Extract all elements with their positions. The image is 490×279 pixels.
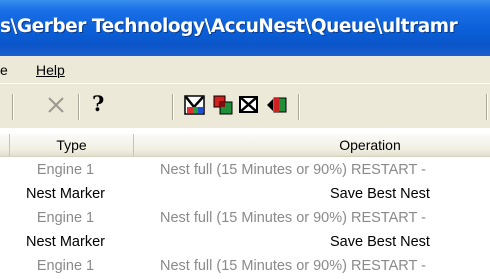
cell-operation: Nest full (15 Minutes or 90%) RESTART - (160, 162, 426, 178)
menu-item-file[interactable]: e (0, 62, 8, 78)
cancel-button[interactable] (237, 93, 261, 117)
delete-icon (48, 97, 64, 113)
cell-operation: Nest full (15 Minutes or 90%) RESTART - (160, 210, 426, 226)
toolbar-separator (12, 94, 14, 120)
cell-operation: Save Best Nest (330, 186, 430, 202)
window-title: s\Gerber Technology\AccuNest\Queue\ultra… (0, 16, 458, 37)
cell-type: Engine 1 (36, 210, 95, 226)
table-body: Engine 1 Nest full (15 Minutes or 90%) R… (0, 159, 490, 279)
toolbar-separator (298, 94, 300, 120)
cell-operation: Nest full (15 Minutes or 90%) RESTART - (160, 258, 426, 274)
menu-item-help-label: Help (36, 62, 65, 78)
cell-type: Nest Marker (26, 234, 105, 250)
table-row[interactable]: Engine 1 Nest full (15 Minutes or 90%) R… (0, 207, 490, 231)
table-header: Type Operation (0, 134, 490, 157)
table-row[interactable]: Nest Marker Save Best Nest (0, 231, 490, 255)
toolbar-separator (78, 94, 80, 120)
cell-type: Engine 1 (36, 258, 95, 274)
column-header-operation[interactable]: Operation (134, 134, 490, 156)
cell-operation: Save Best Nest (330, 234, 430, 250)
cell-type: Engine 1 (36, 162, 95, 178)
table-row[interactable]: Engine 1 Nest full (15 Minutes or 90%) R… (0, 255, 490, 279)
copy-icon (213, 95, 233, 115)
arrow-button[interactable] (264, 93, 288, 117)
marker-button[interactable] (183, 93, 207, 117)
help-icon: ? (92, 91, 105, 116)
cancel-icon (239, 96, 258, 113)
table-row[interactable]: Engine 1 Nest full (15 Minutes or 90%) R… (0, 159, 490, 183)
column-header-operation-label: Operation (339, 137, 401, 153)
table-row[interactable]: Nest Marker Save Best Nest (0, 183, 490, 207)
toolbar: ? (0, 83, 490, 128)
help-button[interactable]: ? (88, 91, 112, 117)
delete-button[interactable] (44, 93, 68, 117)
column-header-left[interactable] (0, 134, 10, 156)
title-bar[interactable]: s\Gerber Technology\AccuNest\Queue\ultra… (0, 0, 490, 56)
arrow-icon (267, 97, 287, 113)
menu-bar: e Help (0, 56, 490, 83)
column-header-type[interactable]: Type (10, 134, 134, 156)
toolbar-separator (486, 94, 488, 120)
cell-type: Nest Marker (26, 186, 105, 202)
toolbar-separator (172, 94, 174, 120)
copy-button[interactable] (211, 93, 235, 117)
column-header-type-label: Type (56, 137, 87, 153)
menu-item-help[interactable]: Help (36, 62, 65, 78)
marker-icon (184, 95, 205, 115)
